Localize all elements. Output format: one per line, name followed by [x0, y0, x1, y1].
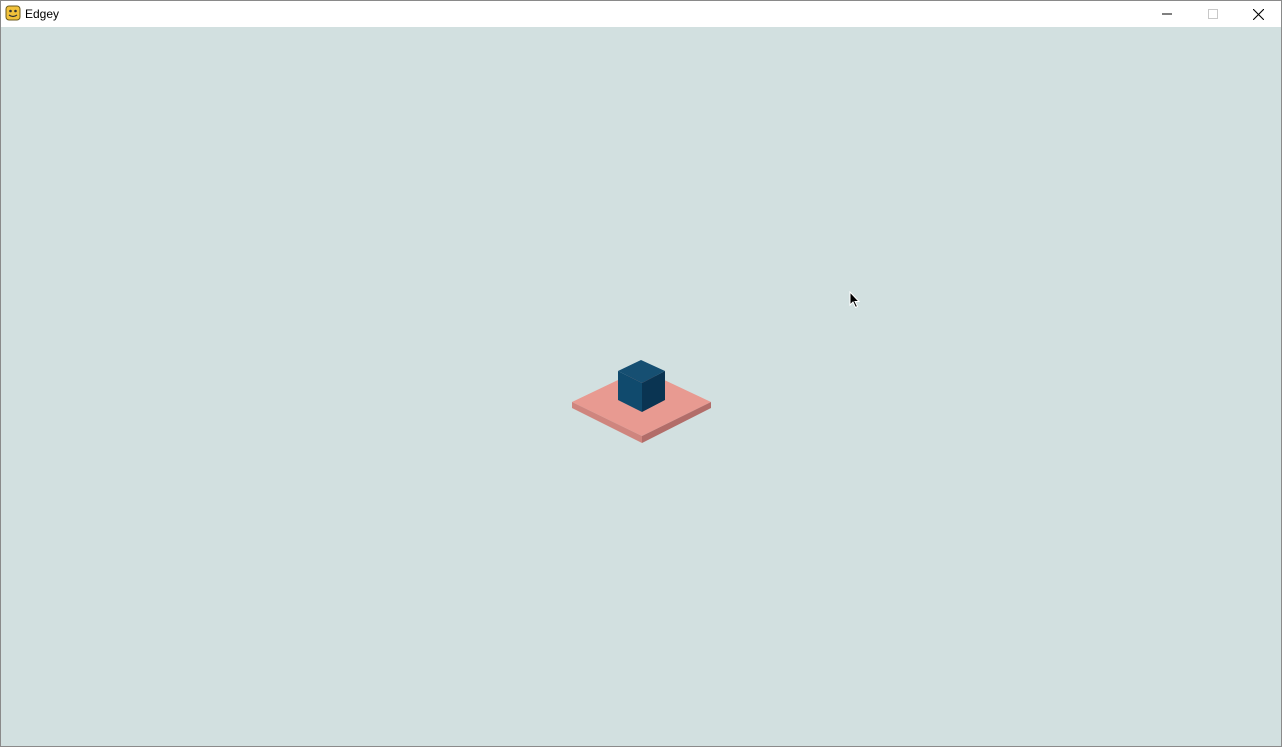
minimize-icon: [1162, 13, 1172, 15]
game-viewport[interactable]: [1, 27, 1281, 746]
close-button[interactable]: [1235, 1, 1281, 27]
mouse-pointer-icon: [849, 291, 861, 309]
window-title: Edgey: [25, 7, 60, 21]
title-bar[interactable]: Edgey: [1, 1, 1281, 27]
game-window: Edgey: [0, 0, 1282, 747]
pygame-snake-icon: [5, 5, 21, 21]
maximize-button[interactable]: [1190, 1, 1236, 27]
game-scene: [572, 360, 711, 443]
close-icon: [1252, 8, 1264, 20]
maximize-icon: [1208, 9, 1218, 19]
minimize-button[interactable]: [1144, 1, 1190, 27]
